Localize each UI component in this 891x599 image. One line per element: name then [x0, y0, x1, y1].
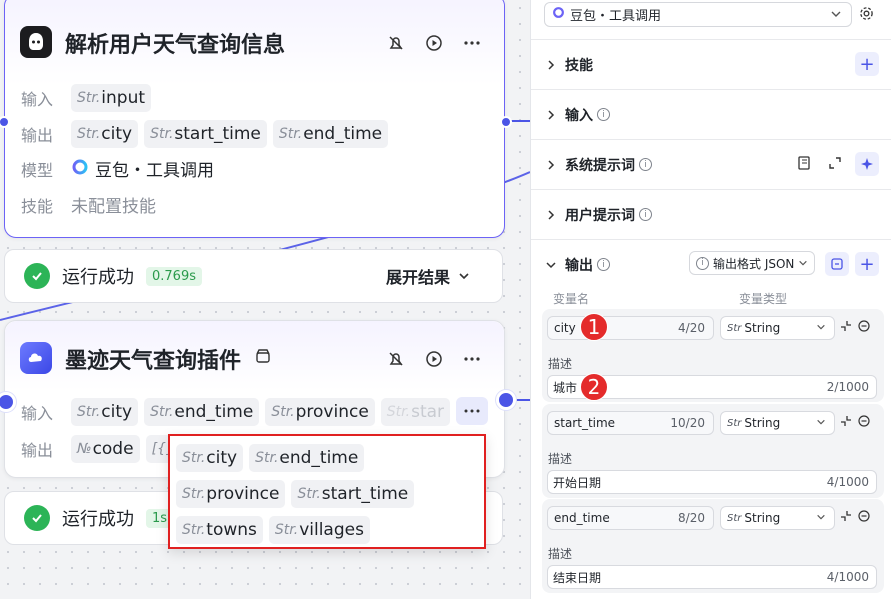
input-tag: Str. star: [380, 398, 451, 426]
skill-row: 技能 未配置技能: [21, 196, 156, 218]
more-inputs-button[interactable]: [456, 397, 488, 425]
input-tag: Str. city: [71, 398, 139, 426]
variable-desc-input[interactable]: 开始日期 4/1000: [547, 470, 877, 494]
output-tag: № code: [71, 435, 140, 463]
popover-tag: Str. villages: [268, 516, 370, 544]
popover-tag: Str. city: [176, 444, 244, 472]
popover-tag: Str. towns: [176, 516, 263, 544]
template-icon[interactable]: [795, 154, 813, 172]
inputs-popover: Str. city Str. end_time Str. province Str. s…: [168, 434, 486, 549]
variable-type-select[interactable]: Str String: [720, 411, 835, 435]
output-tag: Str. start_time: [144, 120, 267, 148]
variable-name-input[interactable]: start_time 10/20: [547, 411, 714, 435]
output-variable-card: start_time 10/20 Str String 描述 开始日期 4/1000: [542, 404, 884, 498]
remove-icon[interactable]: [858, 510, 870, 522]
annotation-marker-2: 2: [580, 373, 608, 401]
node-title: 解析用户天气查询信息: [65, 33, 286, 58]
time-badge: 0.769s: [146, 266, 202, 286]
info-icon: i: [696, 256, 709, 270]
collapse-icon[interactable]: [840, 510, 852, 522]
chevron-down-icon: [459, 273, 469, 280]
info-icon: i: [597, 258, 610, 271]
cloud-icon: [20, 342, 52, 374]
collapse-icon[interactable]: [840, 415, 852, 427]
chevron-right-icon: [548, 109, 555, 120]
input-tag: Str. province: [265, 398, 375, 426]
collapse-icon[interactable]: [840, 320, 852, 332]
output-row: 输出 № code [{}]: [21, 435, 188, 463]
chevron-down-icon: [799, 260, 808, 266]
output-row: 输出 Str. city Str. start_time Str. end_time: [21, 120, 389, 148]
more-icon: [464, 409, 480, 413]
annotation-marker-1: 1: [580, 313, 608, 341]
chevron-right-icon: [548, 159, 555, 170]
popover-tag: Str. province: [176, 480, 286, 508]
ai-optimize-button[interactable]: [855, 152, 879, 176]
info-icon: i: [597, 108, 610, 121]
gear-icon[interactable]: [859, 6, 874, 25]
debug-off-icon[interactable]: [386, 349, 406, 369]
add-output-button[interactable]: +: [855, 252, 879, 276]
variable-type-select[interactable]: Str String: [720, 316, 835, 340]
store-icon: [255, 348, 271, 368]
input-row: 输入 Str. city Str. end_time Str. province St…: [21, 398, 451, 426]
chevron-right-icon: [548, 59, 555, 70]
node2-output-port[interactable]: [496, 390, 516, 410]
input-tag: Str. input: [71, 84, 152, 112]
info-icon: i: [639, 208, 652, 221]
chevron-down-icon: [831, 11, 841, 17]
variable-name-input[interactable]: end_time 8/20: [547, 506, 714, 530]
run-icon[interactable]: [424, 33, 444, 53]
debug-off-icon[interactable]: [386, 33, 406, 53]
chevron-down-icon: [817, 324, 825, 330]
import-button[interactable]: [825, 252, 849, 276]
input-row: 输入 Str. input: [21, 84, 152, 112]
output-tag: Str. end_time: [272, 120, 389, 148]
variable-name-input[interactable]: city 4/20: [547, 316, 714, 340]
remove-icon[interactable]: [858, 415, 870, 427]
model-select[interactable]: 豆包・工具调用: [544, 2, 852, 27]
chevron-down-icon: [817, 419, 825, 425]
more-icon[interactable]: [462, 33, 482, 53]
check-icon: [24, 263, 50, 289]
expand-icon[interactable]: [826, 154, 844, 172]
variable-type-select[interactable]: Str String: [720, 506, 835, 530]
remove-icon[interactable]: [858, 320, 870, 332]
llm-node[interactable]: 解析用户天气查询信息 输入 Str. input 输出 Str. city Str.…: [4, 0, 505, 238]
doubao-icon: [71, 158, 89, 180]
node1-output-port[interactable]: [500, 116, 512, 128]
section-input[interactable]: 输入 i: [531, 89, 891, 139]
section-skill[interactable]: 技能: [531, 39, 891, 89]
popover-tag: Str. start_time: [291, 480, 415, 508]
section-user-prompt[interactable]: 用户提示词 i: [531, 189, 891, 239]
output-tag: Str. city: [71, 120, 139, 148]
chevron-down-icon: [817, 514, 825, 520]
variable-desc-input[interactable]: 结束日期 4/1000: [547, 565, 877, 589]
expand-result-button[interactable]: 展开结果: [386, 264, 470, 288]
model-row: 模型 豆包・工具调用: [21, 156, 214, 181]
node-title: 墨迹天气查询插件: [65, 349, 242, 374]
run-status: 运行成功 0.769s 展开结果: [4, 249, 503, 303]
run-icon[interactable]: [424, 349, 444, 369]
check-icon: [24, 505, 50, 531]
col-head-name: 变量名: [553, 292, 590, 306]
workflow-canvas[interactable]: 解析用户天气查询信息 输入 Str. input 输出 Str. city Str.…: [0, 0, 530, 599]
doubao-icon: [552, 6, 565, 23]
add-skill-button[interactable]: +: [855, 52, 879, 76]
output-format-select[interactable]: i 输出格式 JSON: [689, 251, 815, 275]
output-variable-card: end_time 8/20 Str String 描述 结束日期 4/1000: [542, 499, 884, 593]
col-head-type: 变量类型: [739, 292, 788, 306]
more-icon[interactable]: [462, 349, 482, 369]
input-tag: Str. end_time: [144, 398, 260, 426]
popover-tag: Str. end_time: [249, 444, 365, 472]
ghost-icon: [20, 26, 52, 58]
chevron-right-icon: [548, 209, 555, 220]
chevron-down-icon: [546, 261, 556, 268]
info-icon: i: [639, 158, 652, 171]
